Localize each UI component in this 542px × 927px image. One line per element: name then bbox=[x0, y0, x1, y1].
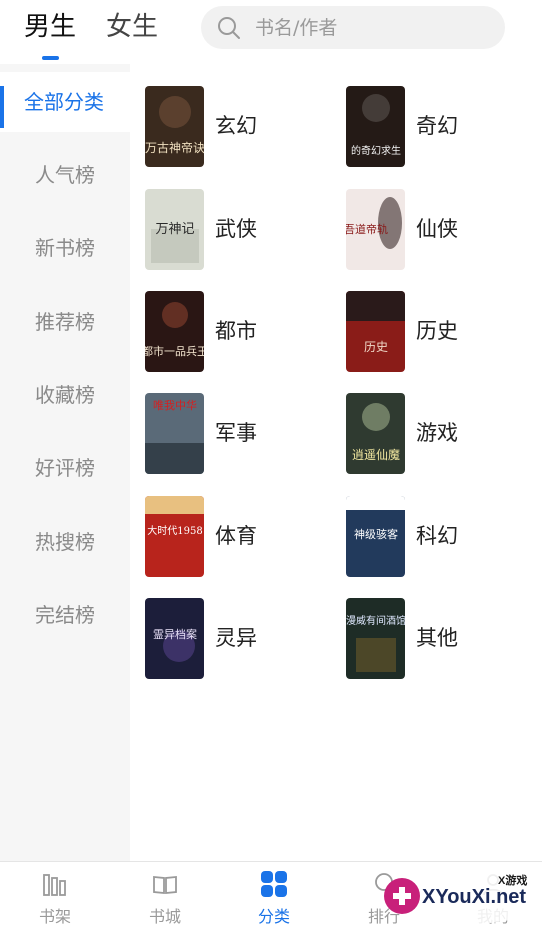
search-icon bbox=[218, 17, 240, 39]
book-cover: 大时代1958 bbox=[145, 496, 204, 577]
sidebar-item-label: 全部分类 bbox=[24, 90, 104, 114]
tab-male[interactable]: 男生 bbox=[24, 10, 76, 44]
sidebar-item-label: 完结榜 bbox=[35, 603, 95, 627]
ranking-sidebar: 全部分类 人气榜 新书榜 推荐榜 收藏榜 好评榜 热搜榜 完结榜 bbox=[0, 64, 130, 861]
sidebar-item-favorites[interactable]: 收藏榜 bbox=[0, 365, 130, 425]
svg-text:大时代1958: 大时代1958 bbox=[147, 524, 202, 537]
sidebar-item-top-rated[interactable]: 好评榜 bbox=[0, 438, 130, 498]
category-item[interactable]: 逍遥仙魔 游戏 bbox=[346, 393, 542, 475]
category-item[interactable]: 都市一品兵王 都市 bbox=[145, 291, 345, 373]
book-cover: 万神记 bbox=[145, 189, 204, 270]
svg-text:的奇幻求生: 的奇幻求生 bbox=[351, 144, 401, 157]
sidebar-item-label: 新书榜 bbox=[35, 236, 95, 260]
watermark-text: XYouXi.net bbox=[422, 886, 527, 908]
svg-text:都市一品兵王: 都市一品兵王 bbox=[145, 344, 204, 358]
book-cover: 唯我中华 bbox=[145, 393, 204, 474]
sidebar-item-all-categories[interactable]: 全部分类 bbox=[0, 72, 130, 132]
category-label: 玄幻 bbox=[215, 114, 257, 138]
sidebar-item-label: 收藏榜 bbox=[35, 383, 95, 407]
sidebar-item-hot-search[interactable]: 热搜榜 bbox=[0, 512, 130, 572]
sidebar-active-indicator bbox=[0, 86, 4, 128]
category-label: 灵异 bbox=[215, 626, 257, 650]
svg-text:历史: 历史 bbox=[364, 340, 388, 354]
sidebar-item-popular[interactable]: 人气榜 bbox=[0, 145, 130, 205]
nav-label: 书架 bbox=[38, 907, 71, 926]
book-cover: 历史 bbox=[346, 291, 405, 372]
book-cover: 逍遥仙魔 bbox=[346, 393, 405, 474]
book-cover: 吾道帝轨 bbox=[346, 189, 405, 270]
category-label: 历史 bbox=[416, 319, 458, 343]
svg-text:万古神帝诀: 万古神帝诀 bbox=[145, 140, 204, 155]
nav-categories[interactable]: 分类 bbox=[219, 862, 329, 927]
tab-female[interactable]: 女生 bbox=[106, 10, 158, 44]
grid-icon bbox=[261, 871, 287, 897]
category-item[interactable]: 漫威有间酒馆 其他 bbox=[346, 598, 542, 680]
category-label: 游戏 bbox=[416, 421, 458, 445]
category-item[interactable]: 神级骇客 科幻 bbox=[346, 496, 542, 578]
svg-text:漫威有间酒馆: 漫威有间酒馆 bbox=[346, 614, 405, 627]
book-cover: 万古神帝诀 bbox=[145, 86, 204, 167]
sidebar-item-label: 好评榜 bbox=[35, 456, 95, 480]
book-cover: 霊异档案 bbox=[145, 598, 204, 679]
sidebar-item-recommended[interactable]: 推荐榜 bbox=[0, 292, 130, 352]
sidebar-item-new[interactable]: 新书榜 bbox=[0, 218, 130, 278]
sidebar-item-label: 热搜榜 bbox=[35, 530, 95, 554]
svg-text:逍遥仙魔: 逍遥仙魔 bbox=[352, 447, 400, 462]
book-open-icon bbox=[153, 876, 177, 894]
search-bar[interactable] bbox=[201, 6, 505, 49]
category-label: 体育 bbox=[215, 524, 257, 548]
svg-text:唯我中华: 唯我中华 bbox=[153, 398, 197, 412]
book-cover: 的奇幻求生 bbox=[346, 86, 405, 167]
book-cover: 漫威有间酒馆 bbox=[346, 598, 405, 679]
category-label: 奇幻 bbox=[416, 114, 458, 138]
category-item[interactable]: 历史 历史 bbox=[346, 291, 542, 373]
site-watermark: X游戏 XYouXi.net bbox=[376, 866, 542, 927]
nav-bookstore[interactable]: 书城 bbox=[110, 862, 220, 927]
category-item[interactable]: 吾道帝轨 仙侠 bbox=[346, 189, 542, 271]
svg-text:霊异档案: 霊异档案 bbox=[153, 627, 197, 641]
sidebar-item-completed[interactable]: 完结榜 bbox=[0, 585, 130, 645]
category-label: 军事 bbox=[215, 421, 257, 445]
category-grid: 万古神帝诀 玄幻 的奇幻求生 奇幻 万神记 武侠 吾道帝轨 仙侠 都市一品兵王 … bbox=[130, 64, 542, 861]
nav-bookshelf[interactable]: 书架 bbox=[0, 862, 110, 927]
book-cover: 神级骇客 bbox=[346, 496, 405, 577]
sidebar-item-label: 推荐榜 bbox=[35, 310, 95, 334]
nav-label: 书城 bbox=[148, 907, 181, 926]
category-item[interactable]: 大时代1958 体育 bbox=[145, 496, 345, 578]
search-input[interactable] bbox=[255, 6, 491, 49]
active-tab-indicator bbox=[42, 56, 59, 60]
category-item[interactable]: 万神记 武侠 bbox=[145, 189, 345, 271]
nav-label: 分类 bbox=[257, 907, 290, 926]
bookshelf-icon bbox=[43, 874, 66, 896]
svg-text:神级骇客: 神级骇客 bbox=[354, 527, 398, 541]
category-label: 仙侠 bbox=[416, 217, 458, 241]
category-label: 武侠 bbox=[215, 217, 257, 241]
sidebar-item-label: 人气榜 bbox=[35, 163, 95, 187]
category-label: 都市 bbox=[215, 319, 257, 343]
category-item[interactable]: 唯我中华 军事 bbox=[145, 393, 345, 475]
category-item[interactable]: 霊异档案 灵异 bbox=[145, 598, 345, 680]
category-label: 科幻 bbox=[416, 524, 458, 548]
category-item[interactable]: 万古神帝诀 玄幻 bbox=[145, 86, 345, 168]
category-label: 其他 bbox=[416, 626, 458, 650]
svg-text:吾道帝轨: 吾道帝轨 bbox=[346, 222, 388, 236]
category-item[interactable]: 的奇幻求生 奇幻 bbox=[346, 86, 542, 168]
svg-text:万神记: 万神记 bbox=[155, 222, 194, 237]
top-header: 男生 女生 bbox=[0, 0, 542, 64]
book-cover: 都市一品兵王 bbox=[145, 291, 204, 372]
